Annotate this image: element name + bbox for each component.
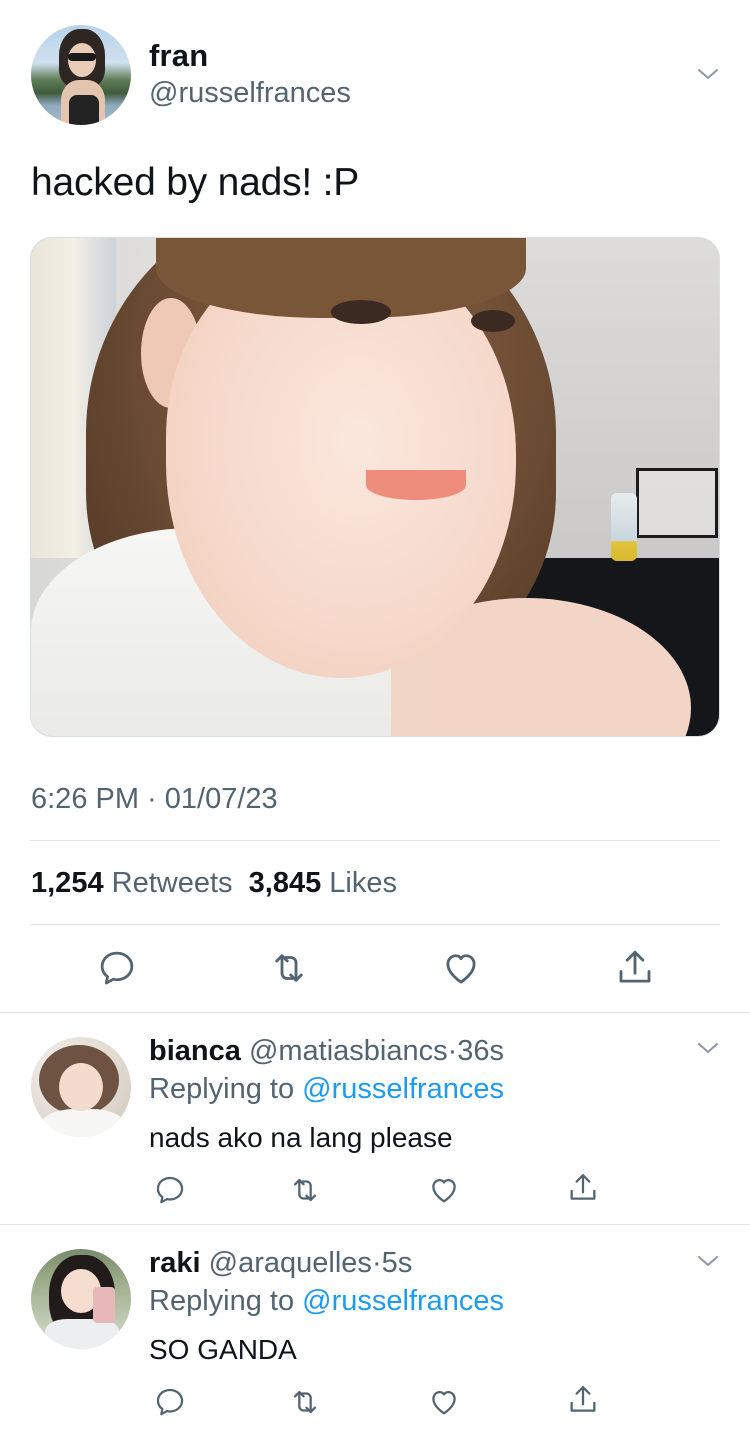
reply-display-name[interactable]: raki (149, 1247, 201, 1279)
reply-avatar[interactable] (31, 1249, 131, 1349)
tweet-text: hacked by nads! :P (31, 161, 360, 204)
replying-to-link[interactable]: @russelfrances (302, 1285, 504, 1317)
author-avatar[interactable] (31, 25, 131, 125)
heart-icon[interactable] (440, 947, 482, 989)
retweet-icon[interactable] (288, 1173, 322, 1207)
likes-label[interactable]: Likes (329, 867, 397, 899)
replying-to-prefix: Replying to (149, 1073, 295, 1105)
likes-count[interactable]: 3,845 (249, 867, 322, 899)
reply-text: nads ako na lang please (149, 1122, 453, 1153)
chevron-down-icon[interactable] (697, 1250, 719, 1272)
reply-icon[interactable] (96, 947, 138, 989)
reply-text: SO GANDA (149, 1334, 297, 1365)
tweet-photo[interactable] (30, 237, 720, 737)
replying-to-prefix: Replying to (149, 1285, 295, 1317)
share-icon[interactable] (566, 1383, 600, 1417)
divider (0, 1012, 750, 1013)
author-display-name[interactable]: fran (149, 38, 208, 74)
replying-to-link[interactable]: @russelfrances (302, 1073, 504, 1105)
retweets-label[interactable]: Retweets (112, 867, 233, 899)
chevron-down-icon[interactable] (697, 1037, 719, 1059)
reply-handle[interactable]: @matiasbiancs (249, 1035, 448, 1067)
reply-icon[interactable] (153, 1385, 187, 1419)
share-icon[interactable] (614, 947, 656, 989)
reply-icon[interactable] (153, 1173, 187, 1207)
heart-icon[interactable] (427, 1385, 461, 1419)
reply-header: raki @araquelles·5s (149, 1247, 412, 1280)
reply-time[interactable]: 5s (382, 1247, 413, 1279)
reply-avatar[interactable] (31, 1037, 131, 1137)
retweet-icon[interactable] (268, 947, 310, 989)
retweets-count[interactable]: 1,254 (31, 867, 104, 899)
reply-handle[interactable]: @araquelles (209, 1247, 372, 1279)
divider (0, 1224, 750, 1225)
retweet-icon[interactable] (288, 1385, 322, 1419)
chevron-down-icon[interactable] (697, 63, 719, 85)
reply-time-separator: · (371, 1247, 382, 1279)
author-handle[interactable]: @russelfrances (149, 77, 351, 110)
heart-icon[interactable] (427, 1173, 461, 1207)
replying-to: Replying to @russelfrances (149, 1073, 504, 1106)
divider (30, 924, 720, 925)
reply-time-separator: · (447, 1035, 458, 1067)
tweet-stats: 1,254 Retweets 3,845 Likes (31, 867, 397, 900)
divider (30, 840, 720, 841)
share-icon[interactable] (566, 1171, 600, 1205)
reply-header: bianca @matiasbiancs·36s (149, 1035, 504, 1068)
replying-to: Replying to @russelfrances (149, 1285, 504, 1318)
reply-display-name[interactable]: bianca (149, 1035, 241, 1067)
tweet-timestamp[interactable]: 6:26 PM · 01/07/23 (31, 783, 278, 816)
reply-time[interactable]: 36s (457, 1035, 504, 1067)
